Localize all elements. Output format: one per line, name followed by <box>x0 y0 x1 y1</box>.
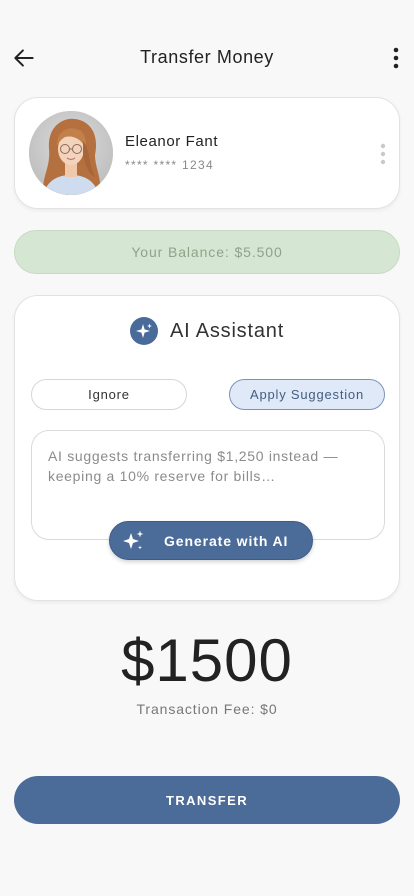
transfer-money-screen: Transfer Money Eleanor Fant **** **** 12… <box>0 0 414 896</box>
header-more-button[interactable] <box>384 42 408 74</box>
app-header: Transfer Money <box>0 36 414 80</box>
sparkle-icon <box>120 528 146 554</box>
ai-assistant-header: AI Assistant <box>15 316 399 346</box>
transfer-button[interactable]: TRANSFER <box>14 776 400 824</box>
avatar <box>29 111 113 195</box>
more-vertical-icon <box>380 143 386 165</box>
balance-badge: Your Balance: $5.500 <box>14 230 400 274</box>
sparkle-icon <box>129 317 158 345</box>
ignore-button[interactable]: Ignore <box>31 379 187 410</box>
recipient-card-number: **** **** 1234 <box>125 158 214 172</box>
more-vertical-icon <box>393 47 399 69</box>
recipient-more-button[interactable] <box>373 140 393 168</box>
ai-assistant-card: AI Assistant Ignore Apply Suggestion AI … <box>14 295 400 601</box>
page-title: Transfer Money <box>140 47 274 67</box>
ai-assistant-title: AI Assistant <box>169 319 285 342</box>
transfer-amount: $1500 <box>121 627 293 694</box>
recipient-card[interactable]: Eleanor Fant **** **** 1234 <box>14 97 400 209</box>
generate-with-ai-label: Generate with AI <box>164 532 289 549</box>
apply-suggestion-button[interactable]: Apply Suggestion <box>229 379 385 410</box>
transaction-fee: Transaction Fee: $0 <box>136 701 278 717</box>
generate-with-ai-button[interactable]: Generate with AI <box>109 521 313 560</box>
recipient-name: Eleanor Fant <box>125 133 219 150</box>
